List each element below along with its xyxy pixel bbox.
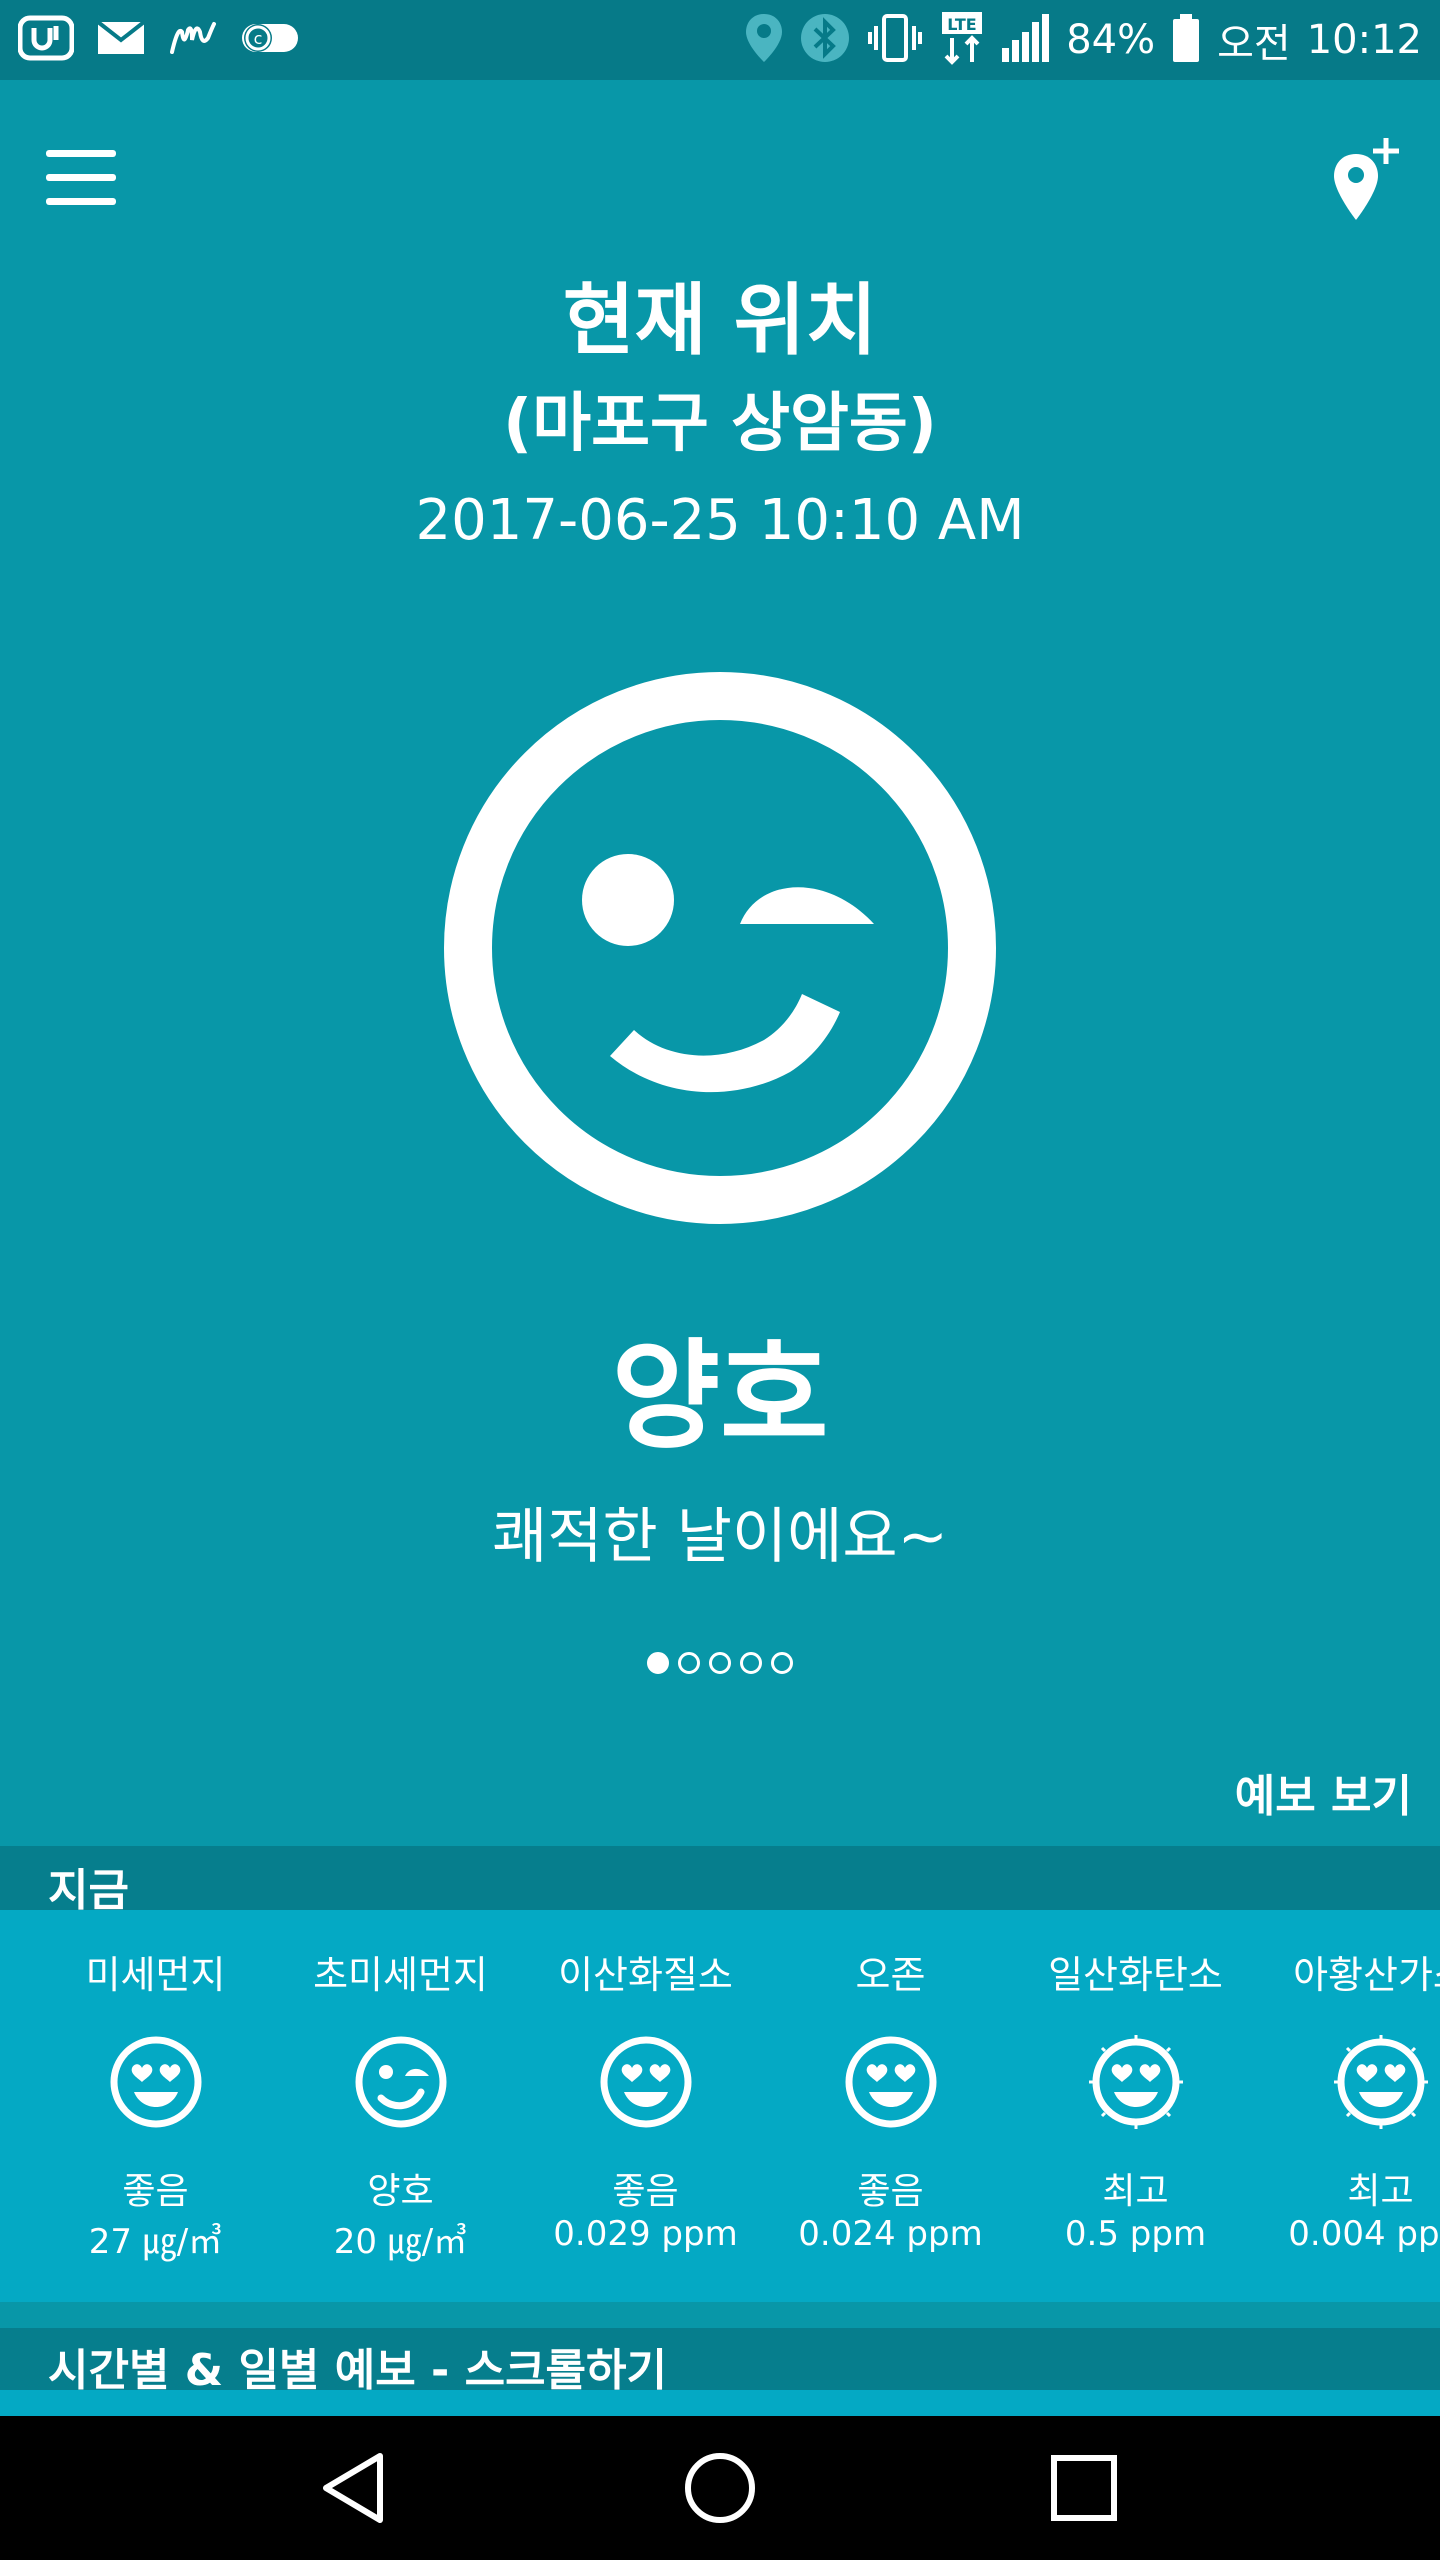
heart-eyes-face-icon: [845, 2036, 937, 2128]
hourly-forecast-header[interactable]: 시간별 & 일별 예보 - 스크롤하기: [0, 2328, 1440, 2396]
hamburger-line: [46, 174, 116, 181]
sparkle-heart-eyes-face-icon: [1334, 2035, 1428, 2129]
mail-icon: [96, 18, 146, 62]
status-bar: c LTE 84% 오전 10:12: [0, 0, 1440, 80]
hourly-forecast-peek: [0, 2390, 1440, 2416]
recent-apps-button[interactable]: [1044, 2448, 1124, 2528]
pollutant-grade: 좋음: [857, 2171, 924, 2212]
add-location-icon: [1334, 138, 1399, 220]
pollutant-grade: 최고: [1102, 2171, 1169, 2212]
measurement-datetime: 2017-06-25 10:10 AM: [415, 488, 1025, 553]
pollutant-grade: 좋음: [122, 2171, 189, 2212]
hourly-forecast-title: 시간별 & 일별 예보 - 스크롤하기: [48, 2345, 667, 2396]
vibrate-icon: [866, 12, 924, 68]
bluetooth-icon: [800, 12, 850, 68]
pollutant-item-o3[interactable]: 오존 좋음 0.024 ppm: [768, 1910, 1013, 2302]
view-forecast-link[interactable]: 예보 보기: [1235, 1760, 1412, 1824]
air-quality-face: [440, 668, 1000, 1228]
hamburger-line: [46, 198, 116, 205]
pollutant-item-pm10[interactable]: 미세먼지 좋음 27 ㎍/㎥: [33, 1910, 278, 2302]
page-dot-3[interactable]: [709, 1652, 731, 1674]
pollutant-grade: 최고: [1347, 2171, 1414, 2212]
now-section-header: 지금: [0, 1846, 1440, 1916]
copyright-toggle-icon: c: [240, 18, 300, 62]
hamburger-menu-icon: [46, 150, 116, 157]
wink-face-icon: [355, 2036, 447, 2128]
system-status-icons: LTE 84% 오전 10:12: [744, 10, 1422, 70]
pollutant-name: 초미세먼지: [313, 1953, 488, 1997]
pollutant-list[interactable]: 미세먼지 좋음 27 ㎍/㎥ 초미세먼지 양호 20 ㎍/㎥ 이산화질소 좋음 …: [0, 1910, 1440, 2302]
battery-icon: [1171, 12, 1201, 68]
pollutant-grade: 좋음: [612, 2171, 679, 2212]
page-indicator: [0, 1652, 1440, 1674]
svg-text:LTE: LTE: [948, 15, 977, 34]
air-quality-message: 쾌적한 날이에요~: [492, 1502, 948, 1572]
pollutant-name: 일산화탄소: [1048, 1953, 1223, 1997]
page-dot-5[interactable]: [771, 1652, 793, 1674]
add-location-button[interactable]: [1328, 134, 1408, 230]
pollutant-grade: 양호: [367, 2171, 434, 2212]
pollutant-item-no2[interactable]: 이산화질소 좋음 0.029 ppm: [523, 1910, 768, 2302]
back-triangle-icon: [323, 2453, 383, 2523]
pollutant-item-co[interactable]: 일산화탄소 최고 0.5 ppm: [1013, 1910, 1258, 2302]
uplus-app-icon: [17, 14, 75, 66]
navigation-bar: [0, 2416, 1440, 2560]
sparkle-heart-eyes-face-icon: [1089, 2035, 1183, 2129]
svg-text:c: c: [254, 29, 263, 48]
notification-icons: c: [17, 14, 300, 66]
handwriting-app-icon: [168, 18, 218, 62]
page-title: 현재 위치: [562, 276, 878, 366]
pollutant-value: 0.004 ppm: [1288, 2214, 1440, 2254]
battery-percent: 84%: [1066, 17, 1156, 63]
clock-time: 10:12: [1306, 17, 1422, 63]
menu-button[interactable]: [46, 150, 116, 206]
page-dot-1[interactable]: [647, 1652, 669, 1674]
air-quality-grade: 양호: [611, 1327, 829, 1465]
heart-eyes-face-icon: [110, 2036, 202, 2128]
page-dot-4[interactable]: [740, 1652, 762, 1674]
location-icon: [744, 12, 784, 68]
page-dot-2[interactable]: [678, 1652, 700, 1674]
home-button[interactable]: [680, 2448, 760, 2528]
lte-data-icon: LTE: [940, 10, 984, 70]
pollutant-name: 미세먼지: [85, 1953, 226, 1997]
pollutant-item-pm25[interactable]: 초미세먼지 양호 20 ㎍/㎥: [278, 1910, 523, 2302]
pollutant-name: 아황산가스: [1293, 1953, 1440, 1997]
recent-apps-square-icon: [1051, 2455, 1117, 2521]
back-button[interactable]: [318, 2448, 398, 2528]
clock-ampm: 오전: [1217, 21, 1291, 67]
pollutant-name: 오존: [855, 1953, 926, 1997]
wink-face-icon: [444, 672, 996, 1224]
heart-eyes-face-icon: [600, 2036, 692, 2128]
signal-strength-icon: [1000, 12, 1050, 68]
now-section-title: 지금: [48, 1865, 129, 1916]
home-circle-icon: [685, 2453, 755, 2523]
location-name: (마포구 상암동): [502, 387, 938, 461]
pollutant-item-so2[interactable]: 아황산가스 최고 0.004 ppm: [1258, 1910, 1440, 2302]
pollutant-name: 이산화질소: [558, 1953, 733, 1997]
